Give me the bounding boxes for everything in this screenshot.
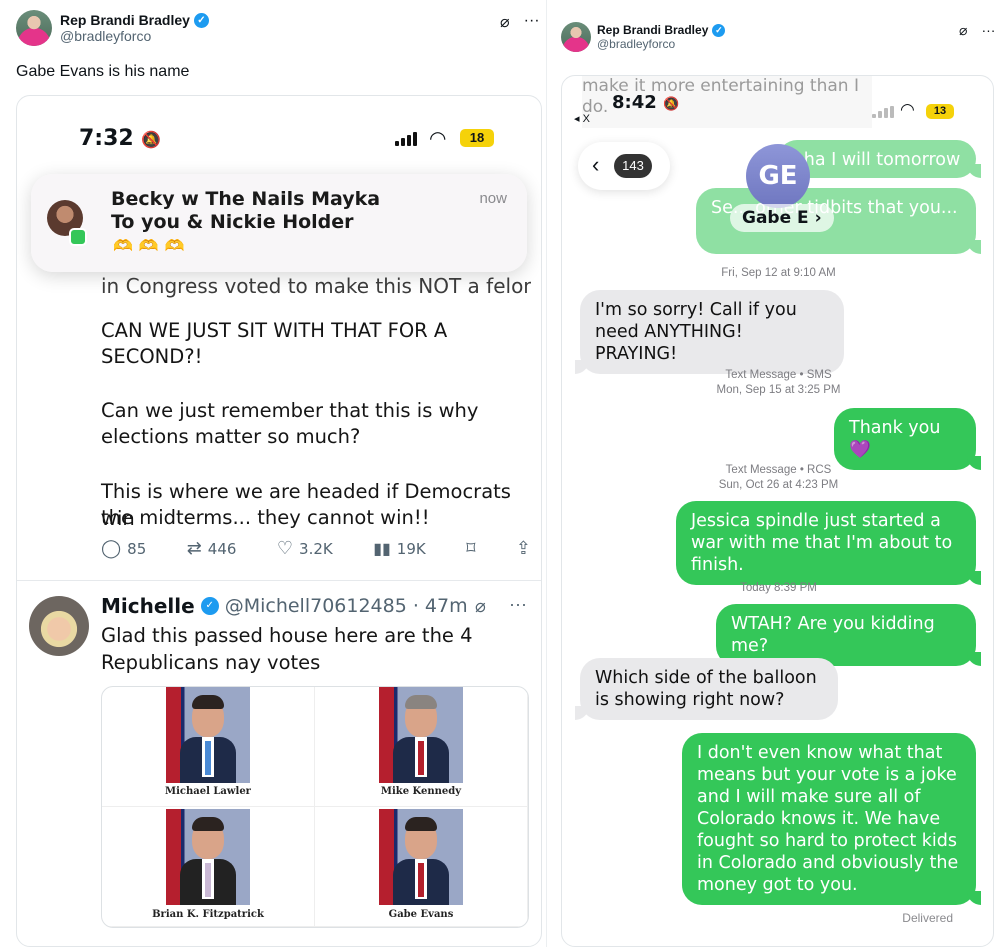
message-bubble[interactable]: I don't even know what that means but yo… [682,733,981,905]
notification-banner[interactable]: Becky w The Nails Mayka To you & Nickie … [31,174,527,272]
grok-icon[interactable]: ⌀ [959,22,967,39]
portrait [379,687,463,783]
author-name[interactable]: Rep Brandi Bradley [597,23,708,37]
post-line: elections matter so much? [101,425,361,448]
signal-icon [872,106,894,118]
messages-icon [69,228,87,246]
timestamp: Text Message • SMS Mon, Sep 15 at 3:25 P… [716,369,841,396]
person-name: Mike Kennedy [380,786,462,797]
unread-count: 143 [614,154,652,178]
nay-votes-image[interactable]: Michael Lawler Mike Kennedy Brian K. Fit… [101,686,529,928]
message-bubble[interactable]: Thank you 💜 [834,408,981,470]
message-bubble[interactable]: WTAH? Are you kidding me? [716,604,981,666]
person-card: Mike Kennedy [315,687,528,807]
post-line: SECOND?! [101,345,203,368]
person-card: Michael Lawler [102,687,315,807]
verified-icon: ✓ [200,597,219,615]
reply-icon: ◯ [101,538,122,559]
author-handle[interactable]: @bradleyforco [597,37,725,51]
notification-title: Becky w The Nails Mayka [111,188,381,210]
battery-icon: 18 [460,129,494,147]
post-actions: ◯ 85 ⇄ 446 ♡ 3.2K ▮▮ 19K ⌑ ⇪ [101,538,531,559]
delivered-label: Delivered [902,911,953,925]
repost-icon: ⇄ [186,538,202,559]
more-icon[interactable]: ··· [981,22,995,39]
attached-screenshot[interactable]: make it more entertaining than I do. 8:4… [561,75,994,947]
author-handle[interactable]: @bradleyforco [60,28,209,44]
post-header: Rep Brandi Bradley ✓ @bradleyforco [16,10,209,46]
reply-text: Glad this passed house here are the 4 Re… [101,624,473,674]
status-time: 7:32 🔕 [79,126,162,151]
more-icon[interactable]: ··· [524,12,540,32]
status-time: 8:42 🔕 [612,92,680,113]
reply-avatar[interactable] [29,596,89,656]
timestamp: Today 8:39 PM [740,582,817,594]
post-header-icons: ⌀ ··· [500,12,540,32]
bell-slash-icon: 🔕 [141,130,162,149]
back-to-app[interactable]: ◂ X [574,112,590,125]
signal-icon [395,132,417,146]
post-header-icons: ⌀ ··· [959,22,995,39]
chevron-left-icon: ‹ [592,152,600,177]
obscured-text: in Congress voted to make this NOT a fel… [101,274,531,298]
verified-icon: ✓ [193,12,209,28]
portrait [166,809,250,905]
heart-icon: ♡ [276,538,294,559]
person-name: Michael Lawler [165,786,251,797]
share-button[interactable]: ⇪ [516,538,531,559]
more-icon[interactable]: ··· [509,594,527,615]
views-button[interactable]: ▮▮ 19K [373,538,426,559]
reply-author-name[interactable]: Michelle [101,594,195,618]
repost-button[interactable]: ⇄ 446 [187,538,237,559]
message-bubble[interactable]: Which side of the balloon is showing rig… [575,658,838,720]
bell-slash-icon: 🔕 [663,97,680,112]
portrait [166,687,250,783]
left-post: Rep Brandi Bradley ✓ @bradleyforco ⌀ ··· … [0,0,546,947]
bookmark-icon: ⌑ [466,538,476,559]
person-card: Brian K. Fitzpatrick [102,807,315,927]
notification-emojis: 🫶🫶🫶 [113,238,191,255]
avatar[interactable] [16,10,52,46]
grok-icon[interactable]: ⌀ [500,12,510,32]
author-name[interactable]: Rep Brandi Bradley [60,12,190,28]
portrait [379,809,463,905]
post-line: Can we just remember that this is why [101,399,479,422]
notification-time: now [479,190,507,207]
battery-icon: 13 [926,104,954,119]
right-post: Rep Brandi Bradley ✓ @bradleyforco ⌀ ··· … [547,0,1000,947]
views-icon: ▮▮ [373,539,391,558]
grok-icon[interactable]: ⌀ [475,596,486,617]
verified-icon: ✓ [712,23,726,37]
tweet-text: Gabe Evans is his name [16,63,190,80]
contact-name[interactable]: Gabe E › [730,204,834,232]
back-button[interactable]: ‹ 143 [578,142,670,190]
bookmark-button[interactable]: ⌑ [466,538,475,559]
message-bubble[interactable]: I'm so sorry! Call if you need ANYTHING!… [575,290,844,374]
attached-screenshot[interactable]: 7:32 🔕 ◠ 18 Becky w The Nails Mayka To y… [16,95,542,947]
message-bubble[interactable]: Jessica spindle just started a war with … [676,501,981,585]
wifi-icon: ◠ [900,100,915,119]
avatar[interactable] [561,22,591,52]
timestamp: Text Message • RCS Sun, Oct 26 at 4:23 P… [718,464,839,491]
reply-handle[interactable]: @Michell70612485 · 47m [225,595,468,617]
person-name: Gabe Evans [388,909,454,920]
reply-button[interactable]: ◯ 85 [101,538,146,559]
like-button[interactable]: ♡ 3.2K [277,538,333,559]
contact-avatar[interactable]: GE [746,144,810,208]
post-line: CAN WE JUST SIT WITH THAT FOR A [101,319,448,342]
wifi-icon: ◠ [429,128,447,150]
separator [17,580,541,581]
post-header: Rep Brandi Bradley ✓ @bradleyforco [561,22,726,52]
share-icon: ⇪ [515,538,531,559]
person-name: Brian K. Fitzpatrick [152,909,264,920]
reply-author: Michelle ✓ @Michell70612485 · 47m [101,594,468,618]
timestamp: Fri, Sep 12 at 9:10 AM [721,267,836,279]
post-line: the midterms... they cannot win!! [101,506,430,529]
person-card: Gabe Evans [315,807,528,927]
notification-subtitle: To you & Nickie Holder [111,211,354,233]
